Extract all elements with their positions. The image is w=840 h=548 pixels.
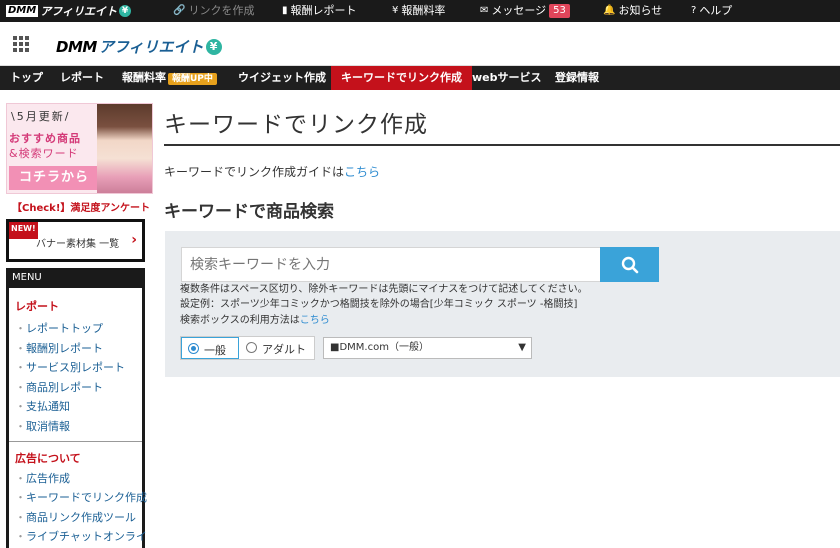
- chevron-down-icon: ▼: [518, 342, 526, 353]
- topbar-report[interactable]: ▮ 報酬レポート: [282, 4, 357, 18]
- nav-report[interactable]: レポート: [60, 66, 104, 90]
- radio-general-label: 一般: [204, 344, 226, 357]
- menu-item-product-report[interactable]: 商品別レポート: [9, 378, 142, 398]
- banner-recommend-text: おすすめ商品: [9, 132, 81, 145]
- search-button[interactable]: [600, 247, 659, 282]
- nav-rate[interactable]: 報酬料率 報酬UP中: [122, 66, 217, 90]
- topbar-create-link[interactable]: 🔗 リンクを作成: [173, 4, 254, 18]
- site-header: DMM アフィリエイト ¥: [0, 22, 840, 66]
- help-link[interactable]: こちら: [300, 315, 330, 326]
- nav-keyword-link[interactable]: キーワードでリンク作成: [331, 66, 472, 90]
- radio-general[interactable]: [188, 343, 199, 354]
- yen-coin-icon: ¥: [118, 5, 131, 17]
- menu-title: MENU: [12, 272, 42, 283]
- title-underline: [164, 144, 840, 146]
- topbar-create-link-label: リンクを作成: [188, 4, 255, 17]
- menu-item-reward-report[interactable]: 報酬別レポート: [9, 339, 142, 359]
- menu-section-ads: 広告について: [15, 451, 81, 465]
- nav-widget[interactable]: ウイジェット作成: [238, 66, 326, 90]
- survey-link[interactable]: 【Check!】満足度アンケート: [12, 199, 150, 214]
- banner-cta: コチラから: [9, 166, 99, 190]
- menu-section-report: レポート: [15, 300, 59, 313]
- guide-link[interactable]: こちら: [344, 165, 380, 179]
- guide-label: キーワードでリンク作成ガイドは: [164, 165, 345, 179]
- topbar-rate-label: 報酬料率: [401, 4, 446, 17]
- rate-up-badge: 報酬UP中: [168, 73, 217, 85]
- nav-top[interactable]: トップ: [10, 66, 43, 90]
- radio-adult[interactable]: [246, 342, 257, 353]
- banner-update-text: \5月更新/: [11, 110, 71, 123]
- help-text-1: 複数条件はスペース区切り、除外キーワードは先頭にマイナスをつけて記述してください…: [180, 284, 588, 295]
- promo-banner[interactable]: \5月更新/ おすすめ商品 &検索ワード コチラから: [6, 103, 153, 194]
- topbar-message[interactable]: ✉ メッセージ 53: [480, 4, 570, 18]
- site-select[interactable]: ■DMM.com（一般） ▼: [323, 337, 532, 359]
- menu-item-payment[interactable]: 支払通知: [9, 397, 142, 417]
- topbar-logo[interactable]: DMM アフィリエイト ¥: [6, 4, 131, 18]
- bell-icon: 🔔: [603, 5, 616, 16]
- topbar-message-label: メッセージ: [491, 4, 547, 17]
- section-title: キーワードで商品検索: [164, 202, 334, 222]
- menu-item-keyword-link[interactable]: キーワードでリンク作成: [9, 488, 147, 508]
- search-input[interactable]: [181, 247, 600, 282]
- top-bar: DMM アフィリエイト ¥ 🔗 リンクを作成 ▮ 報酬レポート ¥ 報酬料率 ✉…: [0, 0, 840, 22]
- audience-radio-group: 一般 アダルト: [180, 336, 315, 360]
- header-logo-dmm: DMM: [56, 37, 97, 56]
- site-select-value: ■DMM.com（一般）: [330, 342, 429, 353]
- banner-collection-label: バナー素材集 一覧: [36, 239, 120, 250]
- menu-item-ad-create[interactable]: 広告作成: [9, 469, 142, 489]
- menu-divider: [9, 440, 142, 442]
- message-count-badge: 53: [549, 4, 570, 18]
- menu-list: レポート レポートトップ 報酬別レポート サービス別レポート 商品別レポート 支…: [9, 288, 147, 548]
- topbar-report-label: 報酬レポート: [290, 4, 357, 17]
- topbar-notice[interactable]: 🔔 お知らせ: [603, 4, 662, 18]
- question-icon: ?: [691, 5, 697, 16]
- nav-rate-label: 報酬料率: [122, 71, 166, 84]
- topbar-help-label: ヘルプ: [699, 4, 733, 17]
- help-text-3-label: 検索ボックスの利用方法は: [180, 315, 300, 326]
- yen-icon: ¥: [392, 5, 399, 16]
- topbar-rate[interactable]: ¥ 報酬料率: [392, 4, 445, 18]
- banner-keyword-text: &検索ワード: [9, 147, 79, 160]
- menu-item-product-link-tool[interactable]: 商品リンク作成ツール: [9, 508, 142, 528]
- menu-item-cancel[interactable]: 取消情報: [9, 417, 142, 437]
- topbar-logo-affiliate: アフィリエイト: [40, 5, 117, 18]
- banner-model-photo: [97, 104, 152, 193]
- link-icon: 🔗: [173, 5, 186, 16]
- nav-account[interactable]: 登録情報: [555, 66, 599, 90]
- topbar-help[interactable]: ? ヘルプ: [691, 4, 732, 18]
- topbar-notice-label: お知らせ: [618, 4, 663, 17]
- radio-adult-label: アダルト: [262, 343, 306, 356]
- page-title: キーワードでリンク作成: [164, 112, 428, 138]
- envelope-icon: ✉: [480, 5, 489, 16]
- chevron-right-icon: ›: [131, 232, 137, 248]
- sidebar-menu: MENU レポート レポートトップ 報酬別レポート サービス別レポート 商品別レ…: [6, 268, 147, 548]
- app-grid-icon[interactable]: [13, 36, 29, 52]
- header-logo-affiliate: アフィリエイト: [98, 38, 204, 56]
- menu-item-live-chat[interactable]: ライブチャットオンライ: [9, 527, 147, 547]
- radio-general-option[interactable]: 一般: [181, 337, 239, 359]
- nav-web-service[interactable]: webサービス: [472, 66, 542, 90]
- header-yen-coin-icon: ¥: [205, 38, 222, 55]
- banner-collection-link[interactable]: NEW! バナー素材集 一覧 ›: [6, 219, 145, 262]
- help-text-2: 設定例：スポーツ少年コミックかつ格闘技を除外の場合[少年コミック スポーツ -格…: [180, 299, 578, 310]
- header-logo[interactable]: DMM アフィリエイト ¥: [56, 36, 222, 57]
- help-text-3: 検索ボックスの利用方法はこちら: [180, 314, 330, 327]
- menu-item-report-top[interactable]: レポートトップ: [9, 319, 142, 339]
- new-flag: NEW!: [9, 222, 38, 239]
- guide-text: キーワードでリンク作成ガイドはこちら: [164, 163, 380, 180]
- search-icon: [621, 256, 638, 273]
- main-nav: トップ レポート 報酬料率 報酬UP中 ウイジェット作成 キーワードでリンク作成 …: [0, 66, 840, 90]
- bar-chart-icon: ▮: [282, 5, 288, 16]
- menu-item-service-report[interactable]: サービス別レポート: [9, 358, 142, 378]
- topbar-logo-dmm: DMM: [6, 5, 39, 17]
